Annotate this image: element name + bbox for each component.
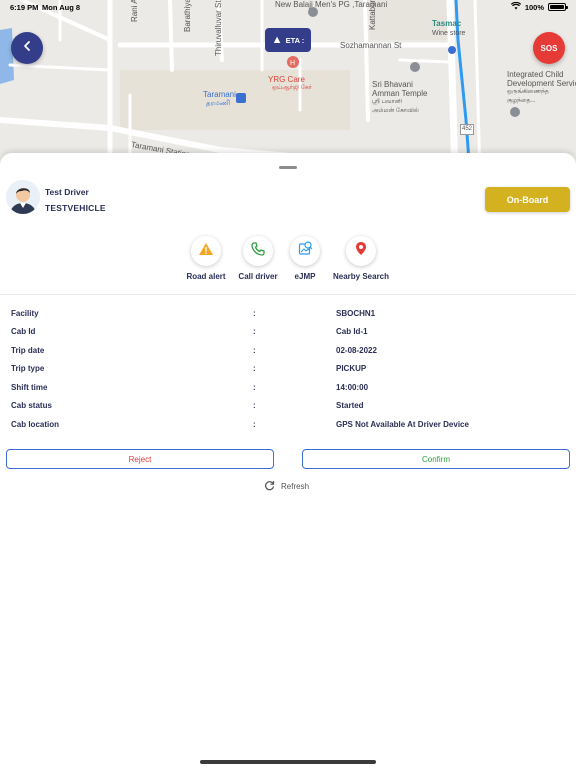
trip-info-separator: : xyxy=(253,364,256,373)
ejmp-icon xyxy=(298,241,313,261)
map-label-taramani: Taramani xyxy=(203,90,236,99)
refresh-label: Refresh xyxy=(281,482,310,491)
trip-info-value: 14:00:00 xyxy=(336,383,369,392)
map-label-bhavani-ta: ஸ்ரீ பவானி அம்மன் கோவில் xyxy=(372,99,419,114)
map-label-icds-ta: ஒருங்கிணைந்த குழந்தை... xyxy=(507,89,549,104)
driver-vehicle: TESTVEHICLE xyxy=(45,203,106,213)
battery-percent: 100% xyxy=(524,2,544,12)
map-label-road-number: 452 xyxy=(460,124,475,135)
map-label-yrg-care: YRG Care xyxy=(268,75,305,84)
eta-label: ETA : xyxy=(285,35,305,45)
trip-info-separator: : xyxy=(253,401,256,410)
refresh-icon xyxy=(264,480,275,493)
map-label-bhavani: Sri Bhavani Amman Temple xyxy=(372,80,428,98)
svg-text:H: H xyxy=(290,60,295,67)
map-view[interactable]: H New Balaji Men's PG ,Taramani Tasmac W… xyxy=(0,0,576,175)
phone-icon xyxy=(251,241,265,261)
location-pin-icon xyxy=(355,241,367,261)
on-board-button[interactable]: On-Board xyxy=(485,187,570,212)
driver-avatar xyxy=(6,180,40,214)
reject-button[interactable]: Reject xyxy=(6,449,274,469)
trip-info-value: GPS Not Available At Driver Device xyxy=(336,420,469,429)
section-divider xyxy=(0,294,576,295)
back-button[interactable] xyxy=(11,32,43,64)
confirm-button[interactable]: Confirm xyxy=(302,449,570,469)
driver-name: Test Driver xyxy=(45,187,89,197)
trip-info-row-facility: Facility : SBOCHN1 xyxy=(0,309,576,323)
status-date: Mon Aug 8 xyxy=(42,3,81,12)
trip-info-separator: : xyxy=(253,346,256,355)
nearby-search-label: Nearby Search xyxy=(332,272,390,281)
map-label-tasmac: Tasmac xyxy=(432,19,462,28)
trip-info-key: Shift time xyxy=(11,383,48,392)
refresh-button[interactable]: Refresh xyxy=(264,480,309,493)
ejmp-button[interactable] xyxy=(290,236,320,266)
trip-info-row-trip-type: Trip type : PICKUP xyxy=(0,364,576,378)
map-label-taramani-ta: தரமணி xyxy=(206,100,231,107)
nearby-search-action[interactable]: Nearby Search xyxy=(321,236,401,281)
trip-info-key: Cab status xyxy=(11,401,52,410)
status-bar: 6:19 PM Mon Aug 8 100% xyxy=(0,0,576,14)
road-alert-button[interactable] xyxy=(191,236,221,266)
trip-info-key: Facility xyxy=(11,309,39,318)
trip-info-row-shift-time: Shift time : 14:00:00 xyxy=(0,383,576,397)
trip-info-row-cab-status: Cab status : Started xyxy=(0,401,576,415)
trip-info-separator: : xyxy=(253,309,256,318)
trip-details-sheet: Test Driver TESTVEHICLE On-Board Road al… xyxy=(0,153,576,768)
status-time: 6:19 PM xyxy=(10,3,39,12)
map-label-icds: Integrated Child Development Service xyxy=(507,70,576,88)
trip-info-row-trip-date: Trip date : 02-08-2022 xyxy=(0,346,576,360)
map-label-wine-store: Wine store xyxy=(432,30,466,37)
driver-avatar-icon xyxy=(6,180,40,214)
trip-info-row-cab-id: Cab Id : Cab Id-1 xyxy=(0,327,576,341)
trip-info-value: PICKUP xyxy=(336,364,367,373)
sos-button[interactable]: SOS xyxy=(533,32,565,64)
trip-info-key: Trip type xyxy=(11,364,45,373)
warning-icon xyxy=(198,242,214,261)
wifi-icon xyxy=(510,1,521,12)
trip-info-value: SBOCHN1 xyxy=(336,309,376,318)
eta-badge[interactable]: ▲ ETA : xyxy=(265,28,311,52)
trip-info-key: Cab location xyxy=(11,420,60,429)
trip-info-row-cab-location: Cab location : GPS Not Available At Driv… xyxy=(0,420,576,434)
trip-info-separator: : xyxy=(253,420,256,429)
trip-info-value: 02-08-2022 xyxy=(336,346,377,355)
trip-info-separator: : xyxy=(253,383,256,392)
trip-info-key: Trip date xyxy=(11,346,45,355)
trip-info-value: Started xyxy=(336,401,364,410)
trip-info-key: Cab Id xyxy=(11,327,36,336)
map-label-yrg-care-ta: ஒய்ஆர்ஜி கேர் xyxy=(272,85,312,91)
chevron-left-icon xyxy=(21,39,33,57)
battery-icon xyxy=(548,3,568,11)
nearby-search-button[interactable] xyxy=(346,236,376,266)
trip-info-value: Cab Id-1 xyxy=(336,327,368,336)
trip-info-separator: : xyxy=(253,327,256,336)
map-label-sozhamannan: Sozhamannan St xyxy=(340,41,402,50)
navigation-arrow-icon: ▲ xyxy=(271,34,283,46)
sheet-drag-handle[interactable] xyxy=(279,166,297,169)
home-indicator[interactable] xyxy=(200,760,376,764)
